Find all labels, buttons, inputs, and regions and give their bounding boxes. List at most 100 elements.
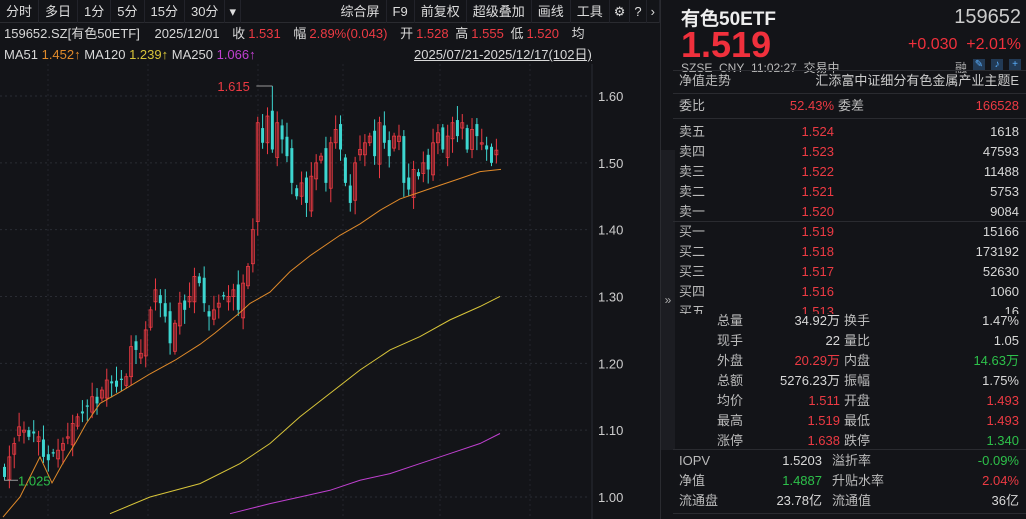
- tab-multiday[interactable]: 多日: [39, 0, 79, 23]
- quote-panel: » 有色50ETF 159652 1.519 +0.030 +2.01% SZS…: [660, 0, 1026, 519]
- bid-price: 1.518: [801, 244, 834, 259]
- change-value: +0.030: [908, 36, 958, 53]
- wc-value: 166528: [975, 98, 1019, 113]
- stat-value: 20.29万: [794, 353, 840, 368]
- candle-body: [80, 411, 84, 414]
- nav-trend-link[interactable]: 净值走势: [679, 71, 794, 91]
- ask-level[interactable]: 卖三 1.522 11488: [679, 162, 1019, 182]
- tab-intraday[interactable]: 分时: [0, 0, 40, 23]
- bid-level[interactable]: 买一 1.519 15166: [679, 222, 1019, 242]
- stat-label: 外盘: [717, 353, 744, 368]
- ask-price: 1.523: [801, 144, 834, 159]
- candle-body: [236, 284, 240, 310]
- collapse-button[interactable]: »: [661, 150, 675, 450]
- stat-label: 开盘: [844, 393, 871, 408]
- candle-body: [290, 148, 294, 183]
- stat-label: 总额: [717, 373, 744, 388]
- stat-row: 涨停 1.638 跌停 1.340: [717, 431, 1019, 451]
- candle-body: [46, 454, 50, 461]
- y-tick-label: 1.30: [598, 289, 623, 304]
- stat-value: 1.47%: [982, 313, 1019, 328]
- tools-button[interactable]: 工具: [571, 0, 610, 23]
- date-range-selector[interactable]: 2025/07/21-2025/12/17(102日): [414, 45, 592, 64]
- ask-level[interactable]: 卖五 1.524 1618: [679, 122, 1019, 142]
- candle-body: [339, 124, 343, 150]
- ma120-line: [109, 296, 501, 515]
- candle-body: [41, 439, 45, 457]
- ask-label: 卖五: [679, 124, 706, 139]
- stat-label: 内盘: [844, 353, 871, 368]
- tab-15min[interactable]: 15分: [145, 0, 185, 23]
- stat-value: 1.511: [808, 393, 840, 408]
- low-label: 低: [510, 26, 524, 41]
- candle-body: [304, 177, 308, 203]
- candle-body: [485, 145, 489, 150]
- f9-button[interactable]: F9: [387, 0, 415, 23]
- candle-body: [202, 277, 206, 304]
- ma-legend: MA51 1.452↑ MA120 1.239↑ MA250 1.066↑: [4, 45, 256, 64]
- ma120-value: 1.239↑: [129, 47, 169, 62]
- stat-label: 跌停: [844, 433, 871, 448]
- change-pct: +2.01%: [966, 36, 1021, 53]
- tab-1min[interactable]: 1分: [78, 0, 112, 23]
- overlay-button[interactable]: 超级叠加: [467, 0, 532, 23]
- bid-level[interactable]: 买三 1.517 52630: [679, 262, 1019, 282]
- tab-30min[interactable]: 30分: [185, 0, 226, 23]
- symbol: 159652.SZ[有色50ETF]: [4, 26, 140, 41]
- stat-row: 最高 1.519 最低 1.493: [717, 411, 1019, 431]
- candle-body: [285, 136, 289, 157]
- ask-label: 卖二: [679, 184, 706, 199]
- bid-level[interactable]: 买二 1.518 173192: [679, 242, 1019, 262]
- stat-value: 1.75%: [982, 373, 1019, 388]
- candle-body: [32, 431, 36, 434]
- etf-label: 流通值: [832, 493, 872, 508]
- adjust-button[interactable]: 前复权: [415, 0, 467, 23]
- candle-body: [183, 300, 187, 310]
- bid-level[interactable]: 买四 1.516 1060: [679, 282, 1019, 302]
- period-dropdown[interactable]: ▾: [225, 0, 241, 23]
- bid-volume: 52630: [982, 264, 1019, 279]
- candle-body: [115, 380, 119, 387]
- tab-5min[interactable]: 5分: [111, 0, 145, 23]
- composite-screen-button[interactable]: 综合屏: [335, 0, 387, 23]
- candle-body: [343, 157, 347, 183]
- avg-label: 均: [571, 26, 585, 41]
- candle-body: [85, 405, 89, 407]
- candle-body: [197, 276, 201, 284]
- wc-label: 委差: [838, 98, 865, 113]
- ask-level[interactable]: 卖四 1.523 47593: [679, 142, 1019, 162]
- ma250-value: 1.066↑: [216, 47, 256, 62]
- y-tick-label: 1.20: [598, 356, 623, 371]
- chevron-right-icon[interactable]: ›: [647, 0, 660, 23]
- bid-label: 买二: [679, 244, 706, 259]
- stat-label: 现手: [717, 333, 744, 348]
- etf-label: 升贴水率: [832, 473, 885, 488]
- ask-label: 卖三: [679, 164, 706, 179]
- candle-body: [134, 341, 138, 350]
- stat-label: 最低: [844, 413, 871, 428]
- wb-label: 委比: [679, 98, 706, 113]
- quote-header: 有色50ETF 159652 1.519 +0.030 +2.01% SZSE …: [681, 4, 1021, 75]
- help-icon[interactable]: ?: [630, 0, 647, 23]
- ma250-label: MA250: [171, 47, 213, 62]
- gear-icon[interactable]: ⚙: [610, 0, 631, 23]
- draw-button[interactable]: 画线: [532, 0, 571, 23]
- etf-label: 流通盘: [679, 493, 719, 508]
- candlestick-chart[interactable]: 1.60 1.50 1.40 1.30 1.20 1.10 1.00 1.615 1.025: [0, 64, 660, 519]
- bid-volume: 15166: [982, 224, 1019, 239]
- ask-level[interactable]: 卖一 1.520 9084: [679, 202, 1019, 222]
- open-value: 1.528: [416, 26, 449, 41]
- stat-label: 最高: [717, 413, 744, 428]
- candle-body: [382, 125, 386, 143]
- candle-body: [490, 146, 493, 163]
- ask-price: 1.520: [801, 204, 834, 219]
- candle-body: [95, 396, 99, 404]
- nav-row[interactable]: 净值走势 汇添富中证细分有色金属产业主题E: [679, 71, 1019, 91]
- candle-body: [455, 120, 459, 137]
- ask-price: 1.521: [801, 184, 834, 199]
- etf-row: 净值 1.4887 升贴水率 2.04%: [679, 471, 1019, 491]
- ask-level[interactable]: 卖二 1.521 5753: [679, 182, 1019, 202]
- y-tick-label: 1.40: [598, 223, 623, 238]
- stat-row: 总量 34.92万 换手 1.47%: [717, 311, 1019, 331]
- candle-body: [465, 128, 469, 150]
